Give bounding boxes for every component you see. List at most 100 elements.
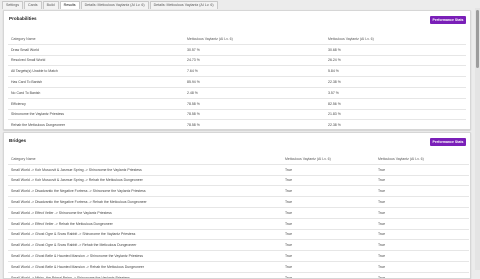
value-cell: True (282, 164, 375, 176)
table-row: Small World -> Ghost Belle & Haunted Man… (8, 261, 469, 273)
value-cell: 22.38 % (325, 76, 466, 88)
column-header[interactable]: Meticulous Vaylantz (AI Lv. 6) (282, 154, 375, 165)
value-cell: True (375, 196, 469, 208)
table-row: All Targets(s) Unable to Match 7.64 % 5.84… (8, 65, 466, 78)
bridges-panel: Bridges Performance Stats Category Name … (3, 132, 471, 279)
value-cell: True (282, 261, 375, 273)
table-row: Small World -> Ghost Ogre & Snow Rabbit … (8, 229, 469, 241)
column-header[interactable]: Meticulous Vaylantz (AI Lv. 6) (184, 34, 325, 45)
table-row: Small World -> Effect Veiler -> Rehab th… (8, 218, 469, 230)
value-cell: 85.94 % (184, 76, 325, 88)
value-cell: 21.83 % (325, 109, 466, 121)
value-cell: True (282, 185, 375, 198)
value-cell: True (375, 185, 469, 198)
tab-2[interactable]: Build (42, 1, 59, 9)
value-cell: True (375, 218, 469, 230)
value-cell: True (375, 250, 469, 262)
value-cell: 82.56 % (325, 98, 466, 110)
category-name-cell: Small World -> Koh Muscovit & Jasmue Spr… (8, 164, 282, 176)
scrollbar-thumb[interactable] (476, 10, 479, 68)
bridges-title: Bridges (9, 138, 27, 143)
table-row: Resolved Small World 24.73 % 26.24 % (8, 55, 466, 67)
category-name-cell: Shinonome the Vaylantz Priestess (8, 109, 184, 121)
category-name-cell: Small World -> Ghost Ogre & Snow Rabbit … (8, 239, 282, 252)
value-cell: True (282, 175, 375, 187)
performance-stats-button[interactable]: Performance Stats (430, 16, 466, 24)
tab-bar: Settings Cards Build Results Details: Meticu… (2, 1, 218, 9)
value-cell: True (375, 239, 469, 252)
value-cell: 2.48 % (184, 87, 325, 99)
value-cell: True (282, 229, 375, 241)
category-name-cell: No Card To Banish (8, 87, 184, 99)
category-name-cell: Rehab the Meticulous Dungeoneer (8, 119, 184, 129)
tab-3[interactable]: Results (59, 1, 80, 9)
column-header[interactable]: Category Name (8, 34, 184, 45)
tab-0[interactable]: Settings (2, 1, 23, 9)
table-row: Efficiency 78.58 % 82.56 % (8, 98, 466, 110)
table-row: Has Card To Banish 85.94 % 22.38 % (8, 76, 466, 88)
probabilities-title: Probabilities (9, 16, 37, 21)
value-cell: 7.64 % (184, 65, 325, 78)
column-header[interactable]: Category Name (8, 154, 282, 165)
category-name-cell: All Targets(s) Unable to Match (8, 65, 184, 78)
probabilities-panel: Probabilities Performance Stats Category… (3, 10, 471, 130)
vertical-scrollbar[interactable] (475, 8, 480, 270)
table-row: Small World -> Disadvantic the Negative … (8, 196, 469, 208)
table-row: Small World -> Ghost Ogre & Snow Rabbit … (8, 239, 469, 252)
category-name-cell: Small World -> Effect Veiler -> Rehab th… (8, 218, 282, 230)
table-row: Draw Small World 30.57 % 30.68 % (8, 44, 466, 56)
category-name-cell: Small World -> Koh Muscovit & Jasmue Spr… (8, 175, 282, 187)
column-header[interactable]: Meticulous Vaylantz (AI Lv. 6) (325, 34, 466, 45)
value-cell: True (375, 229, 469, 241)
tab-5[interactable]: Details: Meticulous Vaylantz (AI Lv. 6) (149, 1, 218, 9)
table-row: Small World -> Koh Muscovit & Jasmue Spr… (8, 164, 469, 176)
value-cell: 30.68 % (325, 44, 466, 56)
category-name-cell: Efficiency (8, 98, 184, 110)
value-cell: True (375, 272, 469, 278)
value-cell: 78.58 % (184, 109, 325, 121)
value-cell: True (375, 207, 469, 219)
probabilities-table: Category Name Meticulous Vaylantz (AI Lv… (8, 34, 466, 129)
table-header-row: Category Name Meticulous Vaylantz (AI Lv… (8, 154, 469, 165)
value-cell: True (282, 239, 375, 252)
value-cell: 78.58 % (184, 119, 325, 129)
category-name-cell: Draw Small World (8, 44, 184, 56)
performance-stats-button[interactable]: Performance Stats (430, 138, 466, 146)
category-name-cell: Small World -> Ghost Ogre & Snow Rabbit … (8, 229, 282, 241)
table-row: Rehab the Meticulous Dungeoneer 78.58 % 22… (8, 119, 466, 129)
table-row: Small World -> Ghost Belle & Haunted Man… (8, 250, 469, 262)
value-cell: True (282, 250, 375, 262)
value-cell: True (282, 207, 375, 219)
value-cell: True (375, 164, 469, 176)
category-name-cell: Small World -> Nibiru, the Primal Being … (8, 272, 282, 278)
table-row: Small World -> Koh Muscovit & Jasmue Spr… (8, 175, 469, 187)
value-cell: 26.24 % (325, 55, 466, 67)
tab-4[interactable]: Details: Meticulous Vaylantz (AI Lv. 6) (80, 1, 149, 9)
table-row: Small World -> Effect Veiler -> Shinonom… (8, 207, 469, 219)
category-name-cell: Small World -> Disadvantic the Negative … (8, 185, 282, 198)
value-cell: 30.57 % (184, 44, 325, 56)
table-row: Small World -> Nibiru, the Primal Being … (8, 272, 469, 278)
value-cell: 78.58 % (184, 98, 325, 110)
bridges-table: Category Name Meticulous Vaylantz (AI Lv… (8, 154, 469, 278)
value-cell: True (282, 272, 375, 278)
table-row: Small World -> Disadvantic the Negative … (8, 185, 469, 198)
category-name-cell: Small World -> Ghost Belle & Haunted Man… (8, 250, 282, 262)
value-cell: 5.84 % (325, 65, 466, 78)
value-cell: True (375, 175, 469, 187)
column-header[interactable]: Meticulous Vaylantz (AI Lv. 6) (375, 154, 469, 165)
table-header-row: Category Name Meticulous Vaylantz (AI Lv… (8, 34, 466, 45)
category-name-cell: Small World -> Ghost Belle & Haunted Man… (8, 261, 282, 273)
value-cell: 3.57 % (325, 87, 466, 99)
value-cell: True (375, 261, 469, 273)
category-name-cell: Small World -> Effect Veiler -> Shinonom… (8, 207, 282, 219)
value-cell: 22.38 % (325, 119, 466, 129)
category-name-cell: Has Card To Banish (8, 76, 184, 88)
value-cell: 24.73 % (184, 55, 325, 67)
value-cell: True (282, 218, 375, 230)
value-cell: True (282, 196, 375, 208)
table-row: Shinonome the Vaylantz Priestess 78.58 % 2… (8, 109, 466, 121)
table-row: No Card To Banish 2.48 % 3.57 % (8, 87, 466, 99)
category-name-cell: Small World -> Disadvantic the Negative … (8, 196, 282, 208)
tab-1[interactable]: Cards (24, 1, 42, 9)
